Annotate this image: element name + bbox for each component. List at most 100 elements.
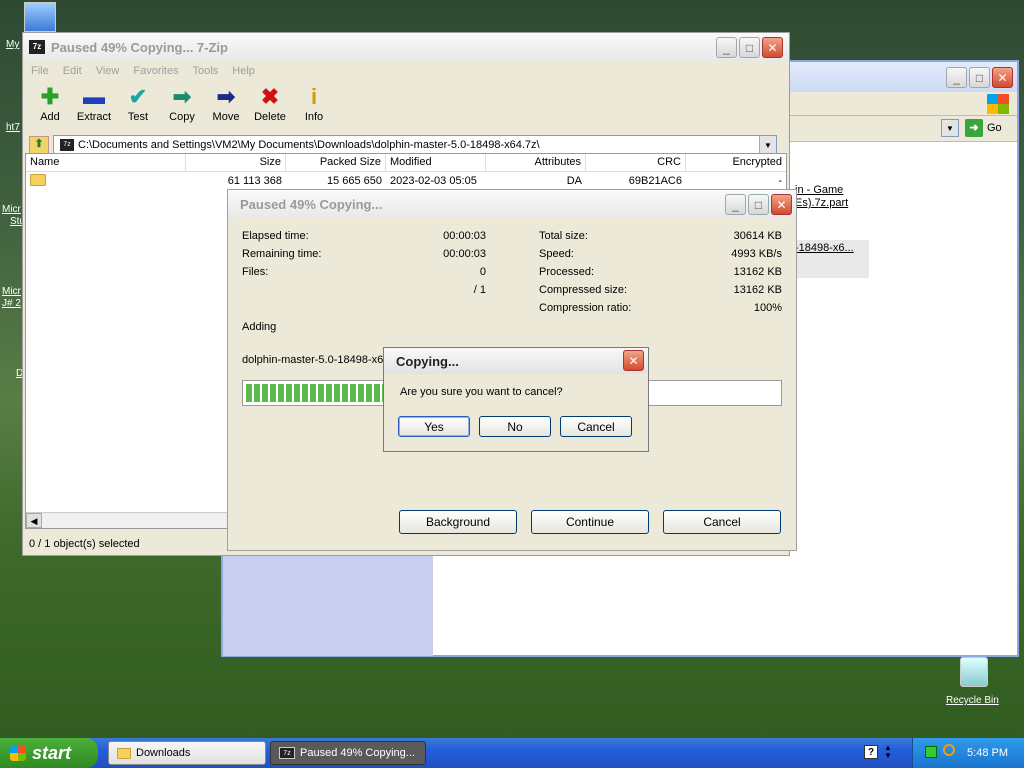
menu-favorites[interactable]: Favorites (133, 65, 178, 77)
row-attributes: DA (566, 175, 582, 187)
desktop-icon-label[interactable]: Stu (10, 216, 22, 227)
extract-icon: ▬ (83, 84, 105, 109)
windows-logo-icon (987, 94, 1009, 114)
up-folder-icon[interactable]: ⬆ (29, 136, 49, 154)
no-button[interactable]: No (479, 416, 551, 437)
search-icon[interactable] (943, 744, 955, 756)
desktop-icon-label[interactable]: My (6, 39, 22, 50)
close-icon[interactable]: ✕ (771, 194, 792, 215)
menu-file[interactable]: File (31, 65, 49, 77)
go-button[interactable]: Go (987, 122, 1002, 134)
taskbar-item-downloads[interactable]: Downloads (108, 741, 266, 765)
close-icon[interactable]: ✕ (623, 350, 644, 371)
menu-tools[interactable]: Tools (193, 65, 219, 77)
column-attributes[interactable]: Attributes (486, 154, 586, 171)
help-icon[interactable]: ? (864, 745, 878, 759)
explorer-address-dropdown-icon[interactable]: ▼ (941, 119, 959, 137)
compressed-value: 13162 KB (733, 284, 782, 296)
minimize-icon[interactable]: _ (946, 67, 967, 88)
recycle-bin-label[interactable]: Recycle Bin (946, 695, 999, 706)
tray-expand-icon[interactable]: ▲ ▼ (884, 744, 892, 760)
toolbar-extract-button[interactable]: ▬ Extract (73, 81, 115, 124)
elapsed-value: 00:00:03 (443, 230, 486, 242)
maximize-icon[interactable]: □ (969, 67, 990, 88)
speed-label: Speed: (539, 248, 574, 260)
column-size[interactable]: Size (186, 154, 286, 171)
path-dropdown-icon[interactable]: ▼ (759, 136, 776, 154)
explorer-file-link[interactable]: -18498-x6... (795, 240, 869, 278)
explorer-file-name-line: in - Game (795, 184, 844, 196)
column-modified[interactable]: Modified (386, 154, 486, 171)
taskbar-item-7zip[interactable]: 7z Paused 49% Copying... (270, 741, 426, 765)
cancel-button[interactable]: Cancel (663, 510, 781, 534)
table-row[interactable]: 61 113 368 15 665 650 2023-02-03 05:05 D… (26, 172, 786, 190)
progress-titlebar: Paused 49% Copying... _ □ ✕ (228, 190, 796, 218)
7zip-app-icon: 7z (29, 40, 45, 54)
minimize-icon[interactable]: _ (716, 37, 737, 58)
taskbar: start Downloads 7z Paused 49% Copying...… (0, 738, 1024, 768)
explorer-file-link[interactable]: in - Game Es).7z.part (795, 184, 848, 210)
minimize-icon[interactable]: _ (725, 194, 746, 215)
toolbar-delete-button[interactable]: ✖ Delete (249, 81, 291, 124)
menu-edit[interactable]: Edit (63, 65, 82, 77)
go-arrow-icon[interactable]: ➜ (965, 119, 983, 137)
row-crc: 69B21AC6 (628, 175, 682, 187)
processed-value: 13162 KB (733, 266, 782, 278)
close-icon[interactable]: ✕ (762, 37, 783, 58)
desktop-icon-label[interactable]: J# 2 (2, 298, 22, 309)
confirm-title: Copying... (396, 353, 459, 369)
toolbar-test-button[interactable]: ✔ Test (117, 81, 159, 124)
column-packed-size[interactable]: Packed Size (286, 154, 386, 171)
toolbar-copy-button[interactable]: ➡ Copy (161, 81, 203, 124)
maximize-icon[interactable]: □ (748, 194, 769, 215)
toolbar-label: Delete (254, 111, 286, 123)
taskbar-item-label: Paused 49% Copying... (300, 747, 415, 759)
start-label: start (32, 742, 72, 763)
status-bar: 0 / 1 object(s) selected (29, 538, 140, 550)
column-name[interactable]: Name (26, 154, 186, 171)
remaining-value: 00:00:03 (443, 248, 486, 260)
menu-view[interactable]: View (96, 65, 120, 77)
recycle-bin-icon[interactable] (960, 657, 988, 687)
compressed-label: Compressed size: (539, 284, 628, 296)
menu-help[interactable]: Help (232, 65, 255, 77)
files-label: Files: (242, 266, 269, 278)
7zip-app-icon: 7z (279, 747, 295, 759)
copy-icon: ➡ (172, 84, 192, 109)
path-input[interactable]: 7z C:\Documents and Settings\VM2\My Docu… (53, 135, 777, 155)
column-encrypted[interactable]: Encrypted (686, 154, 786, 171)
toolbar-move-button[interactable]: ➡ Move (205, 81, 247, 124)
row-packed-size: 15 665 650 (326, 175, 382, 187)
toolbar-info-button[interactable]: i Info (293, 81, 335, 124)
network-icon[interactable] (925, 746, 937, 758)
desktop-icon-label[interactable]: Micr (2, 286, 22, 297)
total-size-label: Total size: (539, 230, 588, 242)
toolbar-add-button[interactable]: ✚ Add (29, 81, 71, 124)
explorer-file-name-line: Es).7z.part (795, 197, 849, 209)
7zip-toolbar: ✚ Add ▬ Extract ✔ Test ➡ Copy ➡ Move ✖ Delete i Info (23, 81, 789, 133)
scroll-left-icon[interactable]: ◀ (26, 513, 42, 528)
yes-button[interactable]: Yes (398, 416, 470, 437)
system-tray: 5:48 PM (912, 738, 1024, 768)
my-computer-icon[interactable] (24, 2, 56, 32)
taskbar-item-label: Downloads (136, 747, 191, 759)
folder-icon (30, 173, 46, 186)
desktop-icon-label[interactable]: Micr (2, 204, 22, 215)
close-icon[interactable]: ✕ (992, 67, 1013, 88)
desktop-icon-label[interactable]: ht7 (6, 122, 22, 133)
path-text: C:\Documents and Settings\VM2\My Documen… (78, 139, 540, 151)
background-button[interactable]: Background (399, 510, 517, 534)
start-button[interactable]: start (0, 738, 98, 768)
confirm-cancel-button[interactable]: Cancel (560, 416, 632, 437)
column-crc[interactable]: CRC (586, 154, 686, 171)
7zip-titlebar: 7z Paused 49% Copying... 7-Zip _ □ ✕ (23, 33, 789, 61)
horizontal-scrollbar[interactable]: ◀ (26, 512, 228, 528)
test-icon: ✔ (128, 84, 148, 109)
continue-button[interactable]: Continue (531, 510, 649, 534)
row-size: 61 113 368 (227, 175, 282, 187)
elapsed-label: Elapsed time: (242, 230, 309, 242)
maximize-icon[interactable]: □ (739, 37, 760, 58)
7zip-path-icon: 7z (60, 139, 74, 151)
toolbar-label: Extract (76, 111, 112, 123)
move-icon: ➡ (216, 84, 236, 109)
